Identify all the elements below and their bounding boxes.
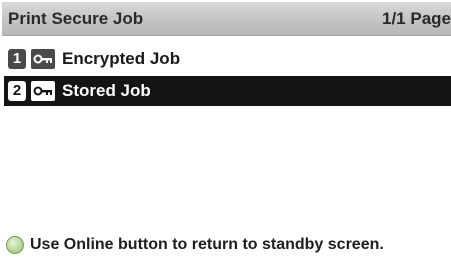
online-led-icon: [6, 236, 24, 254]
key-icon: [31, 81, 55, 101]
printer-panel-screen: Print Secure Job 1/1 Page 1 Encrypted Jo…: [0, 0, 451, 260]
item-number-badge: 2: [8, 81, 26, 101]
key-icon: [31, 49, 55, 69]
title-bar: Print Secure Job 1/1 Page: [2, 2, 451, 36]
item-number-badge: 1: [8, 49, 26, 69]
job-item-encrypted[interactable]: 1 Encrypted Job: [4, 44, 451, 74]
page-indicator: 1/1 Page: [382, 9, 451, 28]
status-message: Use Online button to return to standby s…: [30, 236, 384, 253]
job-label: Encrypted Job: [62, 49, 181, 68]
job-list: 1 Encrypted Job 2 Stored Job: [4, 44, 451, 108]
job-label: Stored Job: [62, 81, 151, 100]
page-title: Print Secure Job: [8, 9, 144, 28]
job-item-stored[interactable]: 2 Stored Job: [4, 76, 451, 106]
